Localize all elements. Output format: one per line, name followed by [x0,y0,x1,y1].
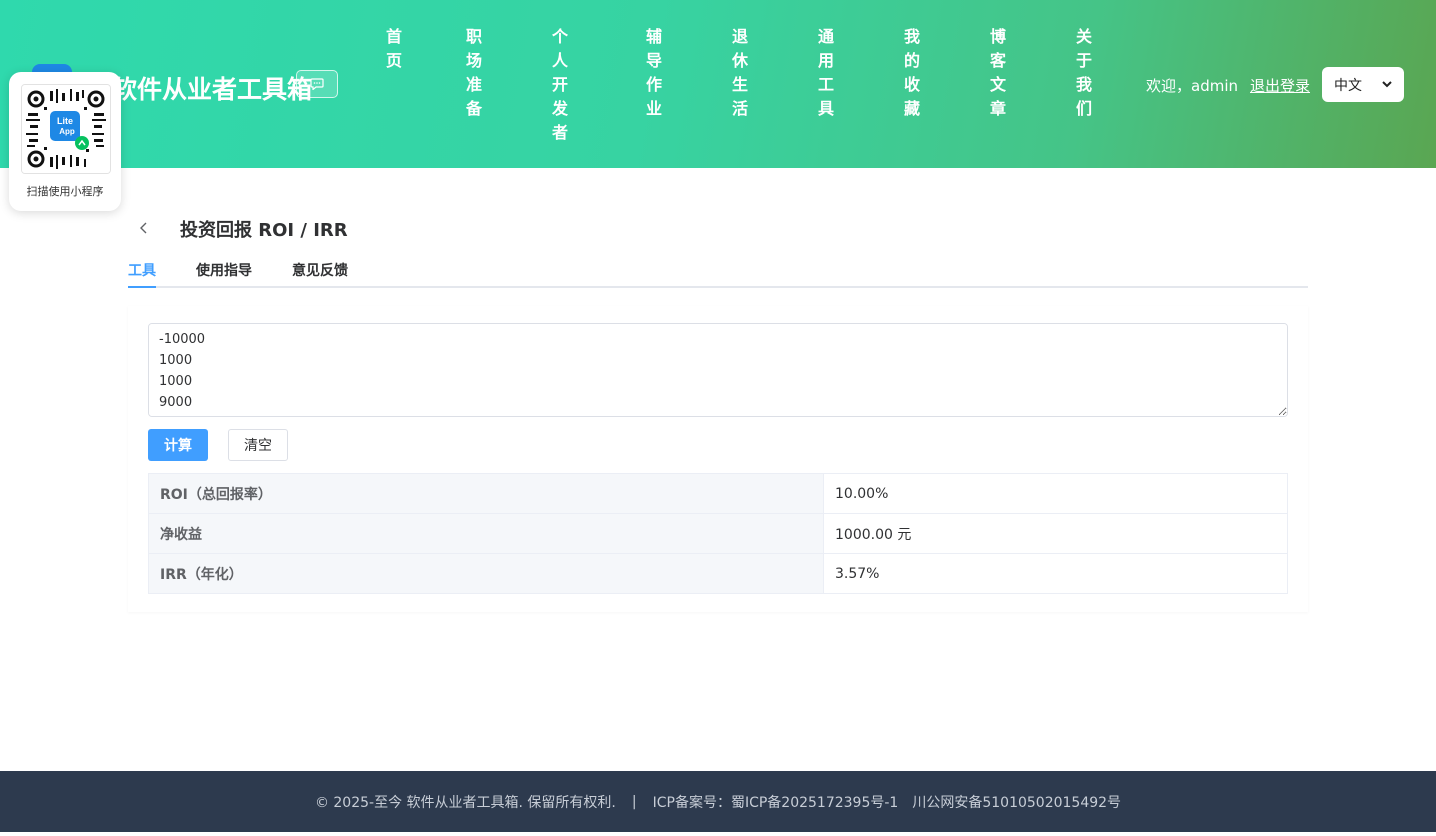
result-value-roi: 10.00% [823,473,1288,514]
chat-button[interactable] [296,70,338,98]
mini-program-qr-card: Lite App 扫描使用小程序 [9,72,121,211]
result-label-irr: IRR（年化） [148,553,824,594]
chevron-down-icon [1382,81,1392,88]
footer-separator: | [631,793,637,810]
result-label-roi: ROI（总回报率） [148,473,824,514]
nav-retirement[interactable]: 退休生活 [729,25,751,121]
back-button[interactable] [134,218,154,238]
tab-tool[interactable]: 工具 [128,260,156,280]
footer-icp-link[interactable]: ICP备案号：蜀ICP备2025172395号-1 [653,792,899,812]
calculate-button[interactable]: 计算 [148,429,208,461]
table-row: 净收益 1000.00 元 [148,513,1288,554]
tab-bar: 工具 使用指导 意见反馈 [128,250,1308,288]
qr-code: Lite App [21,84,111,174]
cashflow-input[interactable] [148,323,1288,417]
site-footer: © 2025-至今 软件从业者工具箱. 保留所有权利. | ICP备案号：蜀IC… [0,771,1436,832]
site-header: 软件从业者工具箱 首页 职场准备 个人开发者 辅导作业 退休生活 通用工具 我的… [0,0,1436,168]
nav-general-tools[interactable]: 通用工具 [815,25,837,121]
tab-usage-guide[interactable]: 使用指导 [196,260,252,280]
nav-about[interactable]: 关于我们 [1073,25,1095,121]
table-row: IRR（年化） 3.57% [148,553,1288,594]
footer-copyright: © 2025-至今 软件从业者工具箱. 保留所有权利. [314,794,616,811]
logout-link[interactable]: 退出登录 [1250,75,1310,96]
results-table: ROI（总回报率） 10.00% 净收益 1000.00 元 IRR（年化） 3… [148,473,1288,594]
svg-text:App: App [59,127,75,136]
svg-text:Lite: Lite [57,116,73,126]
qr-code-icon: Lite App [22,85,110,173]
active-tab-indicator [128,286,156,288]
qr-caption: 扫描使用小程序 [26,185,104,198]
table-row: ROI（总回报率） 10.00% [148,473,1288,514]
chevron-left-icon [140,222,147,234]
page-title: 投资回报 ROI / IRR [180,220,348,241]
welcome-text: 欢迎，admin [1146,77,1238,95]
nav-indie-dev[interactable]: 个人开发者 [549,25,571,145]
result-label-net-profit: 净收益 [148,513,824,554]
footer-police-link[interactable]: 川公网安备51010502015492号 [912,792,1121,812]
result-value-irr: 3.57% [823,553,1288,594]
nav-career-prep[interactable]: 职场准备 [463,25,485,121]
nav-favorites[interactable]: 我的收藏 [901,25,923,121]
nav-home[interactable]: 首页 [383,25,405,73]
clear-button[interactable]: 清空 [228,429,288,461]
chat-icon [310,78,324,90]
nav-blog[interactable]: 博客文章 [987,25,1009,121]
site-title[interactable]: 软件从业者工具箱 [112,70,312,106]
tab-feedback[interactable]: 意见反馈 [292,260,348,280]
result-value-net-profit: 1000.00 元 [823,513,1288,554]
language-select[interactable]: 中文 [1322,67,1404,102]
language-value: 中文 [1334,77,1362,94]
nav-homework-help[interactable]: 辅导作业 [643,25,665,121]
